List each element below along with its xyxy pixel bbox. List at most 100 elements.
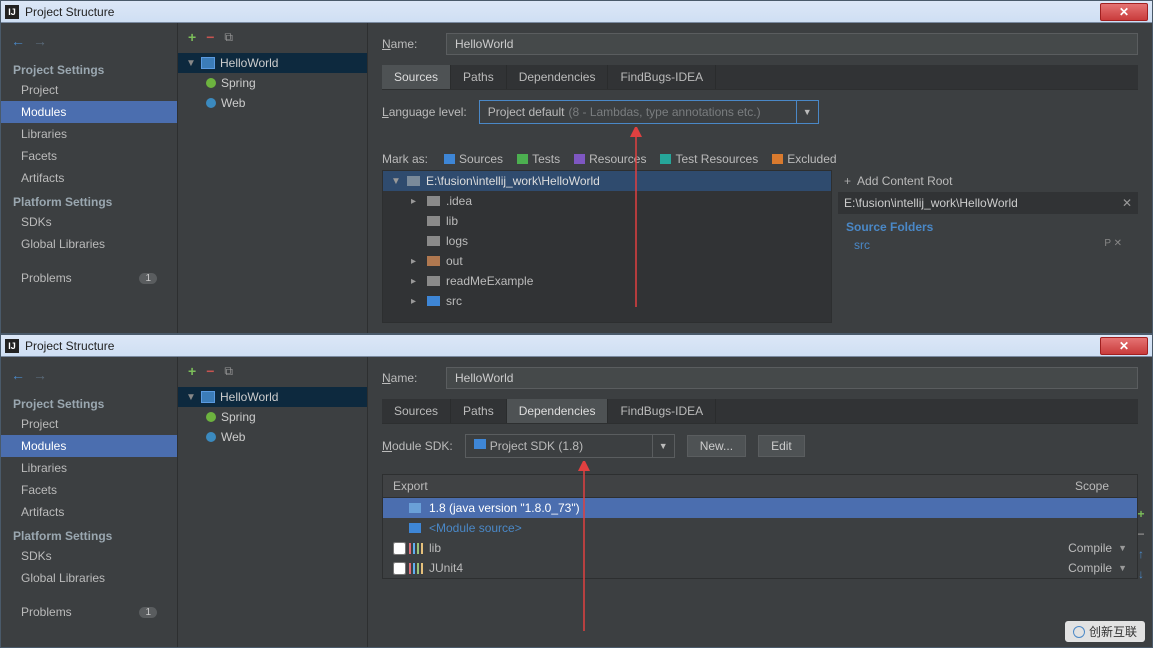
move-up-icon[interactable]: ↑ bbox=[1134, 547, 1148, 561]
back-icon[interactable]: ← bbox=[11, 367, 25, 383]
dep-row-module-source[interactable]: <Module source> bbox=[383, 518, 1137, 538]
main-panel-deps: Name: HelloWorld Sources Paths Dependenc… bbox=[368, 357, 1152, 647]
spring-icon bbox=[206, 78, 216, 88]
dep-row-lib[interactable]: lib Compile▼ bbox=[383, 538, 1137, 558]
titlebar: IJ Project Structure ✕ bbox=[1, 1, 1152, 23]
remove-content-root-icon[interactable]: ✕ bbox=[1122, 196, 1132, 210]
add-content-root[interactable]: +Add Content Root bbox=[838, 170, 1138, 192]
folder-logs[interactable]: logs bbox=[383, 231, 831, 251]
add-module-icon[interactable]: + bbox=[188, 29, 196, 45]
new-sdk-button[interactable]: New... bbox=[687, 435, 746, 457]
sidebar-item-project[interactable]: Project bbox=[1, 413, 177, 435]
folder-idea[interactable]: ▸.idea bbox=[383, 191, 831, 211]
watermark-icon bbox=[1073, 626, 1085, 638]
source-folder-actions[interactable]: P ✕ bbox=[1104, 238, 1122, 252]
remove-module-icon[interactable]: − bbox=[206, 29, 214, 45]
sidebar-item-project[interactable]: Project bbox=[1, 79, 177, 101]
remove-dep-icon[interactable]: − bbox=[1134, 527, 1148, 541]
folder-src[interactable]: ▸src bbox=[383, 291, 831, 311]
mark-resources[interactable]: Resources bbox=[574, 152, 646, 166]
sidebar-item-libraries[interactable]: Libraries bbox=[1, 457, 177, 479]
tree-child-spring[interactable]: Spring bbox=[178, 73, 367, 93]
content-roots-panel: +Add Content Root E:\fusion\intellij_wor… bbox=[838, 170, 1138, 323]
module-sdk-dropdown[interactable]: Project SDK (1.8) ▼ bbox=[465, 434, 675, 458]
titlebar-2: IJ Project Structure ✕ bbox=[1, 335, 1152, 357]
tab-dependencies[interactable]: Dependencies bbox=[507, 399, 609, 423]
dep-side-buttons: + − ↑ ↓ bbox=[1134, 507, 1148, 581]
folder-out[interactable]: ▸out bbox=[383, 251, 831, 271]
mark-test-resources[interactable]: Test Resources bbox=[660, 152, 758, 166]
close-button[interactable]: ✕ bbox=[1100, 337, 1148, 355]
tab-findbugs[interactable]: FindBugs-IDEA bbox=[608, 399, 716, 423]
watermark: 创新互联 bbox=[1065, 621, 1145, 642]
sidebar-item-sdks[interactable]: SDKs bbox=[1, 211, 177, 233]
remove-module-icon[interactable]: − bbox=[206, 363, 214, 379]
mark-tests[interactable]: Tests bbox=[517, 152, 560, 166]
tree-child-web[interactable]: Web bbox=[178, 427, 367, 447]
copy-module-icon[interactable]: ⧉ bbox=[224, 364, 233, 379]
name-label: Name: bbox=[382, 37, 434, 51]
sidebar-item-facets[interactable]: Facets bbox=[1, 479, 177, 501]
tree-child-web[interactable]: Web bbox=[178, 93, 367, 113]
folder-lib[interactable]: lib bbox=[383, 211, 831, 231]
close-button[interactable]: ✕ bbox=[1100, 3, 1148, 21]
sidebar-item-global-libs[interactable]: Global Libraries bbox=[1, 567, 177, 589]
sidebar-item-problems[interactable]: Problems 1 bbox=[1, 267, 177, 289]
folder-readme[interactable]: ▸readMeExample bbox=[383, 271, 831, 291]
dep-row-sdk[interactable]: 1.8 (java version "1.8.0_73") bbox=[383, 498, 1137, 518]
sidebar-item-modules[interactable]: Modules bbox=[1, 435, 177, 457]
add-dep-icon[interactable]: + bbox=[1134, 507, 1148, 521]
problems-badge: 1 bbox=[139, 273, 157, 284]
copy-module-icon[interactable]: ⧉ bbox=[224, 30, 233, 45]
source-folder-src[interactable]: src P ✕ bbox=[838, 236, 1138, 254]
tree-root[interactable]: ▼ HelloWorld bbox=[178, 53, 367, 73]
tab-sources[interactable]: Sources bbox=[382, 399, 451, 423]
app-icon: IJ bbox=[5, 339, 19, 353]
name-label: Name: bbox=[382, 371, 434, 385]
name-input[interactable]: HelloWorld bbox=[446, 367, 1138, 389]
window-title: Project Structure bbox=[25, 339, 114, 353]
module-tree: + − ⧉ ▼ HelloWorld Spring Web bbox=[178, 23, 368, 333]
sidebar-item-libraries[interactable]: Libraries bbox=[1, 123, 177, 145]
forward-icon[interactable]: → bbox=[33, 367, 47, 383]
window-title: Project Structure bbox=[25, 5, 114, 19]
move-down-icon[interactable]: ↓ bbox=[1134, 567, 1148, 581]
mark-excluded[interactable]: Excluded bbox=[772, 152, 836, 166]
mark-sources[interactable]: Sources bbox=[444, 152, 503, 166]
edit-sdk-button[interactable]: Edit bbox=[758, 435, 805, 457]
forward-icon[interactable]: → bbox=[33, 33, 47, 49]
tab-paths[interactable]: Paths bbox=[451, 65, 507, 89]
project-structure-window-2: IJ Project Structure ✕ ←→ Project Settin… bbox=[0, 334, 1153, 648]
tab-findbugs[interactable]: FindBugs-IDEA bbox=[608, 65, 716, 89]
expand-icon[interactable]: ▼ bbox=[186, 58, 196, 69]
export-checkbox[interactable] bbox=[393, 562, 406, 575]
tree-root[interactable]: ▼HelloWorld bbox=[178, 387, 367, 407]
chevron-down-icon[interactable]: ▼ bbox=[652, 435, 674, 457]
sidebar-item-artifacts[interactable]: Artifacts bbox=[1, 501, 177, 523]
sidebar: ←→ Project Settings Project Modules Libr… bbox=[1, 357, 178, 647]
sidebar-nav: ← → bbox=[1, 29, 177, 57]
content-root-row[interactable]: ▼ E:\fusion\intellij_work\HelloWorld bbox=[383, 171, 831, 191]
language-level-dropdown[interactable]: Project default (8 - Lambdas, type annot… bbox=[479, 100, 819, 124]
sidebar-item-facets[interactable]: Facets bbox=[1, 145, 177, 167]
sidebar-item-problems[interactable]: Problems 1 bbox=[1, 601, 177, 623]
back-icon[interactable]: ← bbox=[11, 33, 25, 49]
export-checkbox[interactable] bbox=[393, 542, 406, 555]
module-sdk-label: Module SDK: bbox=[382, 439, 453, 453]
name-input[interactable]: HelloWorld bbox=[446, 33, 1138, 55]
chevron-down-icon[interactable]: ▼ bbox=[796, 101, 818, 123]
add-module-icon[interactable]: + bbox=[188, 363, 196, 379]
project-structure-window-1: IJ Project Structure ✕ ← → Project Setti… bbox=[0, 0, 1153, 334]
tree-child-spring[interactable]: Spring bbox=[178, 407, 367, 427]
dep-row-junit[interactable]: JUnit4 Compile▼ bbox=[383, 558, 1137, 578]
mark-as-label: Mark as: bbox=[382, 152, 428, 166]
sidebar-item-global-libs[interactable]: Global Libraries bbox=[1, 233, 177, 255]
tab-sources[interactable]: Sources bbox=[382, 65, 451, 89]
tab-dependencies[interactable]: Dependencies bbox=[507, 65, 609, 89]
tab-paths[interactable]: Paths bbox=[451, 399, 507, 423]
sidebar-item-modules[interactable]: Modules bbox=[1, 101, 177, 123]
sidebar-item-sdks[interactable]: SDKs bbox=[1, 545, 177, 567]
sidebar-item-artifacts[interactable]: Artifacts bbox=[1, 167, 177, 189]
sidebar-heading-platform: Platform Settings bbox=[1, 189, 177, 211]
language-level-label: Language level: bbox=[382, 105, 467, 119]
